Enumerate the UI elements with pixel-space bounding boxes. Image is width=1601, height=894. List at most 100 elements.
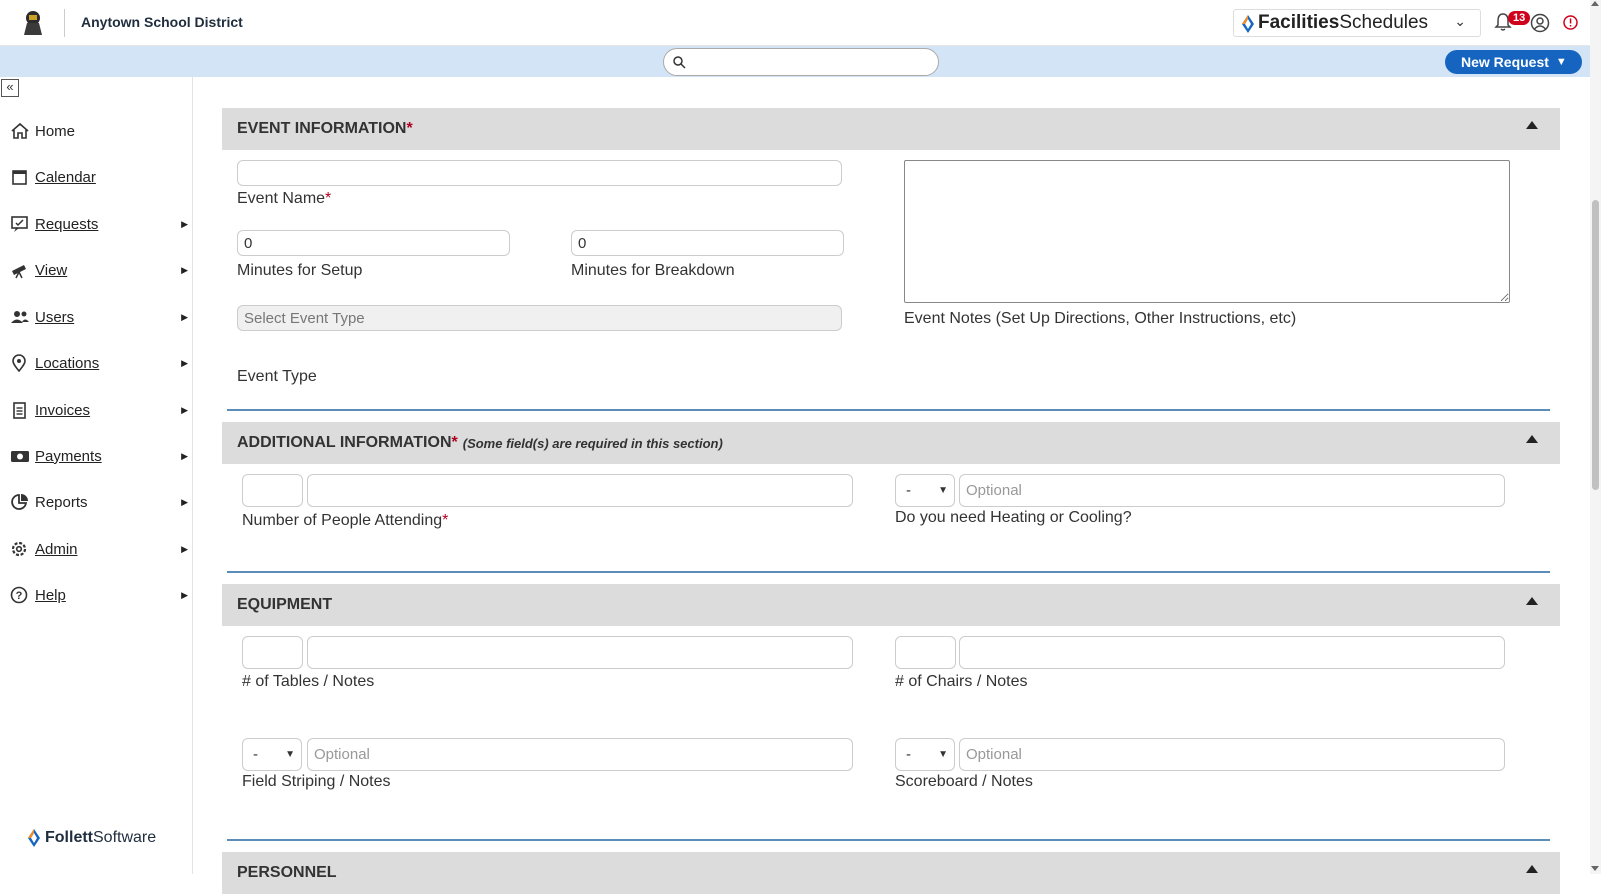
- sidebar-item-label: Requests: [35, 215, 99, 233]
- tables-count-input[interactable]: [242, 636, 303, 669]
- users-icon: [11, 311, 29, 323]
- chairs-label: # of Chairs / Notes: [895, 673, 1028, 690]
- section-header-event-information[interactable]: EVENT INFORMATION *: [222, 108, 1560, 150]
- sidebar-item-label: Invoices: [35, 401, 91, 419]
- setup-minutes-input[interactable]: 0: [237, 230, 510, 256]
- scoreboard-notes-input[interactable]: Optional: [959, 738, 1505, 771]
- sidebar-item-label: Calendar: [35, 168, 96, 186]
- district-logo-icon: [24, 11, 42, 35]
- setup-minutes-label: Minutes for Setup: [237, 262, 363, 279]
- sidebar: « Home Calendar Requests ▶ View ▶ Users …: [0, 77, 193, 874]
- alert-icon[interactable]: [1563, 15, 1578, 30]
- chairs-count-input[interactable]: [895, 636, 956, 669]
- caret-right-icon: ▶: [181, 543, 188, 554]
- people-attending-label: Number of People Attending*: [242, 512, 449, 529]
- event-name-input[interactable]: [237, 160, 842, 186]
- caret-right-icon: ▶: [181, 496, 188, 507]
- sidebar-item-locations[interactable]: Locations ▶: [10, 351, 188, 375]
- caret-right-icon: ▶: [181, 404, 188, 415]
- new-request-button[interactable]: New Request ▼: [1445, 50, 1582, 74]
- caret-right-icon: ▶: [181, 589, 188, 600]
- people-count-input[interactable]: [242, 474, 303, 507]
- scroll-up-icon[interactable]: [1591, 1, 1599, 6]
- hvac-select[interactable]: - ▼: [895, 474, 955, 507]
- sidebar-item-reports[interactable]: Reports ▶: [10, 490, 188, 514]
- sidebar-item-label: Help: [35, 586, 66, 604]
- sidebar-item-users[interactable]: Users ▶: [10, 305, 188, 329]
- required-asterisk: *: [451, 434, 458, 451]
- event-notes-textarea[interactable]: [904, 160, 1510, 303]
- sidebar-item-home[interactable]: Home: [10, 119, 188, 143]
- pie-chart-icon: [11, 494, 28, 510]
- chevron-down-icon: ▼: [938, 749, 948, 760]
- footer-brand: Follett Software: [28, 829, 156, 847]
- scroll-down-icon[interactable]: [1591, 866, 1599, 871]
- user-account-icon[interactable]: [1530, 13, 1550, 33]
- chevron-down-icon: ▼: [285, 749, 295, 760]
- hvac-label: Do you need Heating or Cooling?: [895, 509, 1132, 526]
- event-notes-label: Event Notes (Set Up Directions, Other In…: [904, 310, 1297, 327]
- help-circle-icon: ?: [10, 586, 28, 604]
- section-header-equipment[interactable]: EQUIPMENT: [222, 584, 1560, 626]
- chairs-notes-input[interactable]: [959, 636, 1505, 669]
- collapse-triangle-icon[interactable]: [1526, 435, 1538, 443]
- section-header-additional-information[interactable]: ADDITIONAL INFORMATION * (Some field(s) a…: [222, 422, 1560, 464]
- sidebar-item-label: Admin: [35, 540, 78, 558]
- section-title: PERSONNEL: [237, 864, 337, 881]
- event-type-label: Event Type: [237, 368, 317, 385]
- hvac-notes-input[interactable]: Optional: [959, 474, 1505, 507]
- caret-right-icon: ▶: [181, 264, 188, 275]
- collapse-sidebar-button[interactable]: «: [1, 79, 19, 97]
- section-title: ADDITIONAL INFORMATION: [237, 434, 452, 451]
- follett-mark-icon: [28, 829, 40, 847]
- section-note: (Some field(s) are required in this sect…: [462, 435, 723, 451]
- sidebar-item-label: Reports: [35, 493, 88, 511]
- scrollbar-thumb[interactable]: [1592, 200, 1599, 490]
- svg-text:?: ?: [16, 590, 23, 602]
- sidebar-item-invoices[interactable]: Invoices ▶: [10, 398, 188, 422]
- breakdown-minutes-input[interactable]: 0: [571, 230, 844, 256]
- caret-right-icon: ▶: [181, 450, 188, 461]
- page-scrollbar[interactable]: [1590, 0, 1601, 874]
- home-icon: [11, 122, 29, 139]
- product-name-rest: Schedules: [1339, 12, 1429, 33]
- footer-brand-rest: Software: [93, 829, 157, 846]
- section-header-personnel[interactable]: PERSONNEL: [222, 852, 1560, 894]
- invoice-icon: [13, 402, 26, 419]
- sidebar-item-view[interactable]: View ▶: [10, 258, 188, 282]
- tables-notes-input[interactable]: [307, 636, 853, 669]
- sidebar-item-payments[interactable]: Payments ▶: [10, 444, 188, 468]
- chevron-down-icon: ⌄: [1454, 13, 1466, 29]
- chevron-down-icon: ▼: [938, 485, 948, 496]
- collapse-triangle-icon[interactable]: [1526, 121, 1538, 129]
- sidebar-item-help[interactable]: ? Help ▶: [10, 583, 188, 607]
- event-type-select[interactable]: Select Event Type: [237, 305, 842, 331]
- search-input[interactable]: [692, 52, 932, 72]
- sidebar-item-admin[interactable]: Admin ▶: [10, 537, 188, 561]
- tables-label: # of Tables / Notes: [242, 673, 375, 690]
- notification-badge: 13: [1508, 11, 1531, 25]
- scoreboard-label: Scoreboard / Notes: [895, 773, 1033, 790]
- gear-icon: [11, 541, 27, 557]
- field-striping-notes-input[interactable]: Optional: [307, 738, 853, 771]
- breakdown-minutes-label: Minutes for Breakdown: [571, 262, 735, 279]
- caret-right-icon: ▶: [181, 357, 188, 368]
- chevron-down-icon: ▼: [1555, 56, 1567, 68]
- field-striping-select[interactable]: - ▼: [242, 738, 302, 771]
- sidebar-item-requests[interactable]: Requests ▶: [10, 212, 188, 236]
- location-pin-icon: [12, 354, 26, 372]
- people-notes-input[interactable]: [307, 474, 853, 507]
- product-switcher[interactable]: Facilities Schedules ⌄: [1233, 9, 1481, 37]
- scoreboard-select[interactable]: - ▼: [895, 738, 955, 771]
- telescope-icon: [12, 265, 26, 279]
- field-striping-label: Field Striping / Notes: [242, 773, 391, 790]
- calendar-icon: [12, 170, 27, 185]
- collapse-triangle-icon[interactable]: [1526, 865, 1538, 873]
- section-title: EQUIPMENT: [237, 596, 333, 613]
- money-icon: [11, 451, 29, 462]
- search-box[interactable]: [663, 48, 939, 76]
- caret-right-icon: ▶: [181, 218, 188, 229]
- sidebar-item-calendar[interactable]: Calendar: [10, 165, 188, 189]
- top-bar: Anytown School District Facilities Sched…: [0, 0, 1601, 46]
- collapse-triangle-icon[interactable]: [1526, 597, 1538, 605]
